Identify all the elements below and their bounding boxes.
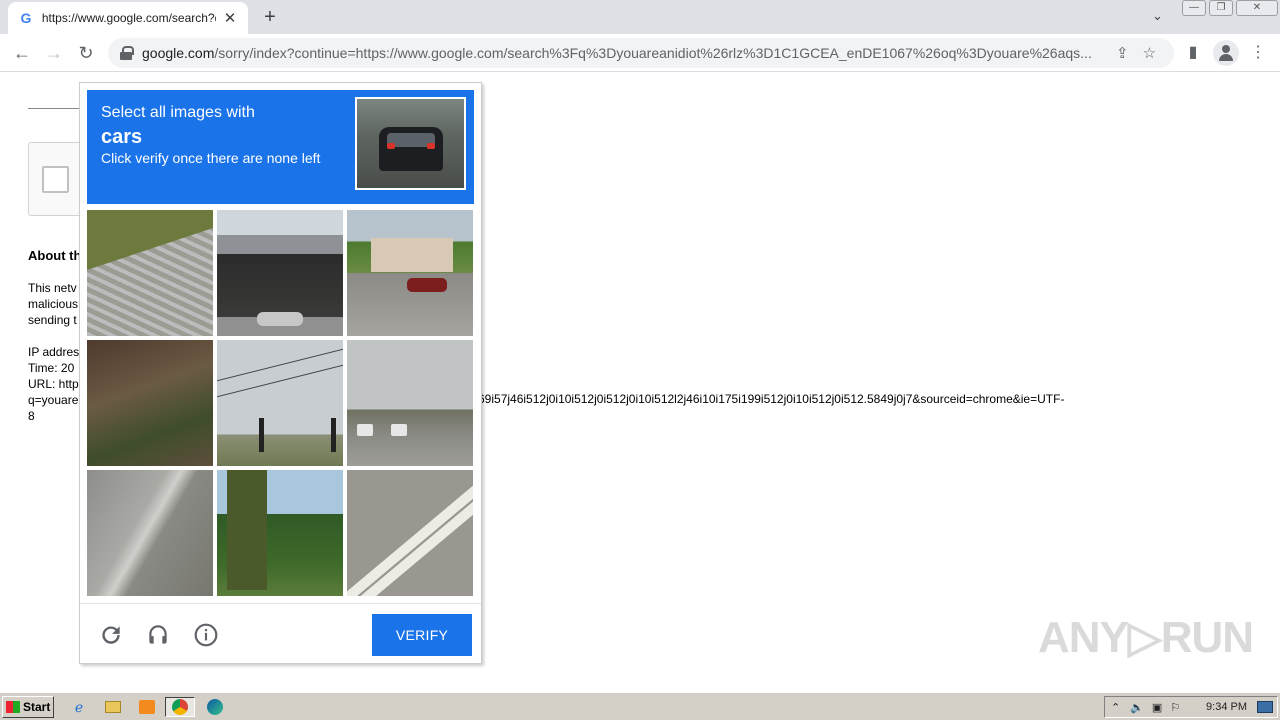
- browser-toolbar: ← → ↻ google.com/sorry/index?continue=ht…: [0, 34, 1280, 72]
- image-grid: [87, 210, 474, 597]
- tab-search-chevron-icon[interactable]: ⌄: [1152, 8, 1163, 24]
- building: [371, 238, 453, 272]
- challenge-footer: VERIFY: [80, 603, 481, 663]
- bookmark-star-icon[interactable]: ☆: [1143, 44, 1156, 62]
- tray-expand-icon[interactable]: ⌃: [1111, 701, 1120, 714]
- grid-tile[interactable]: [217, 340, 343, 466]
- grid-tile[interactable]: [217, 210, 343, 336]
- browser-tab[interactable]: G https://www.google.com/search?q= ✕: [8, 2, 248, 34]
- grid-tile[interactable]: [87, 210, 213, 336]
- restore-button[interactable]: ❐: [1209, 0, 1233, 16]
- car: [257, 312, 303, 326]
- url-line: URL: http: [28, 377, 79, 391]
- traffic-light: [331, 418, 336, 452]
- taskbar: Start ℯ ⌃ 🔈 ▣ ⚐ 9:34 PM: [0, 692, 1280, 720]
- car: [407, 278, 447, 292]
- palm-tree: [227, 470, 267, 590]
- tail-light: [387, 143, 395, 149]
- edge-icon[interactable]: [204, 697, 226, 717]
- internet-explorer-icon[interactable]: ℯ: [68, 697, 90, 717]
- chrome-taskbar-icon[interactable]: [165, 697, 195, 717]
- file-explorer-icon[interactable]: [102, 697, 124, 717]
- close-window-button[interactable]: ✕: [1236, 0, 1278, 16]
- windows-logo-icon: [6, 701, 20, 713]
- paragraph-line: This netv: [28, 281, 77, 295]
- reload-button[interactable]: ↻: [73, 40, 99, 66]
- car: [357, 424, 373, 436]
- start-label: Start: [23, 700, 51, 714]
- url-tail-text: 69i57j46i512j0i10i512j0i512j0i10i512l2j4…: [478, 392, 1065, 406]
- volume-icon[interactable]: 🔈: [1130, 701, 1144, 714]
- browser-menu-icon[interactable]: ⋮: [1245, 40, 1271, 66]
- recaptcha-challenge: Select all images with cars Click verify…: [79, 82, 482, 664]
- new-tab-button[interactable]: +: [258, 6, 282, 28]
- forward-button[interactable]: →: [41, 40, 67, 66]
- clock[interactable]: 9:34 PM: [1206, 701, 1247, 713]
- action-center-flag-icon[interactable]: ⚐: [1170, 701, 1180, 714]
- tab-title: https://www.google.com/search?q=: [41, 11, 217, 25]
- back-button[interactable]: ←: [9, 40, 35, 66]
- lock-icon[interactable]: [120, 46, 134, 60]
- instruction-line: Select all images with: [101, 104, 255, 121]
- url-line-2: q=youare: [28, 393, 79, 407]
- profile-avatar[interactable]: [1213, 40, 1239, 66]
- url-text[interactable]: google.com/sorry/index?continue=https://…: [142, 45, 1102, 61]
- system-tray: ⌃ 🔈 ▣ ⚐ 9:34 PM: [1104, 696, 1278, 718]
- grid-tile[interactable]: [347, 340, 473, 466]
- sample-car: [379, 127, 443, 171]
- start-button[interactable]: Start: [2, 696, 54, 718]
- grid-tile[interactable]: [347, 210, 473, 336]
- reload-challenge-icon[interactable]: [98, 622, 124, 648]
- grid-tile[interactable]: [217, 470, 343, 596]
- ip-address-line: IP addres: [28, 345, 80, 359]
- network-icon[interactable]: ▣: [1152, 701, 1162, 714]
- grid-tile[interactable]: [87, 470, 213, 596]
- time-line: Time: 20: [28, 361, 75, 375]
- info-icon[interactable]: [193, 622, 219, 648]
- road-marking: [347, 470, 473, 596]
- instruction-hint: Click verify once there are none left: [101, 150, 321, 166]
- url-path: /sorry/index?continue=https://www.google…: [214, 45, 1092, 61]
- tail-light: [427, 143, 435, 149]
- recaptcha-checkbox[interactable]: [42, 166, 69, 193]
- url-line-3: 8: [28, 409, 35, 423]
- tab-strip: G https://www.google.com/search?q= ✕ + ⌄…: [0, 0, 1280, 34]
- power-line: [217, 345, 343, 384]
- car: [391, 424, 407, 436]
- side-panel-icon[interactable]: ▮: [1180, 40, 1206, 66]
- paragraph-line: sending t: [28, 313, 77, 327]
- audio-challenge-icon[interactable]: [145, 622, 171, 648]
- media-player-icon[interactable]: [136, 697, 158, 717]
- challenge-header: Select all images with cars Click verify…: [87, 90, 474, 204]
- share-icon[interactable]: ⇪: [1116, 44, 1129, 62]
- url-host: google.com: [142, 45, 215, 61]
- anyrun-watermark: ANY▷RUN: [1038, 613, 1254, 662]
- grass: [87, 210, 213, 270]
- power-line: [217, 361, 343, 400]
- paragraph-line: malicious: [28, 297, 79, 311]
- window-controls: — ❐ ✕: [1182, 0, 1280, 16]
- minimize-button[interactable]: —: [1182, 0, 1206, 16]
- sample-image: [355, 97, 466, 190]
- traffic-light: [259, 418, 264, 452]
- target-object: cars: [101, 126, 143, 148]
- verify-button[interactable]: VERIFY: [372, 614, 472, 656]
- google-favicon-icon: G: [20, 10, 32, 26]
- tab-close-icon[interactable]: ✕: [222, 9, 238, 27]
- show-desktop-icon[interactable]: [1257, 701, 1273, 713]
- address-bar[interactable]: google.com/sorry/index?continue=https://…: [108, 38, 1174, 68]
- grid-tile[interactable]: [347, 470, 473, 596]
- about-heading: About th: [28, 248, 82, 263]
- grid-tile[interactable]: [87, 340, 213, 466]
